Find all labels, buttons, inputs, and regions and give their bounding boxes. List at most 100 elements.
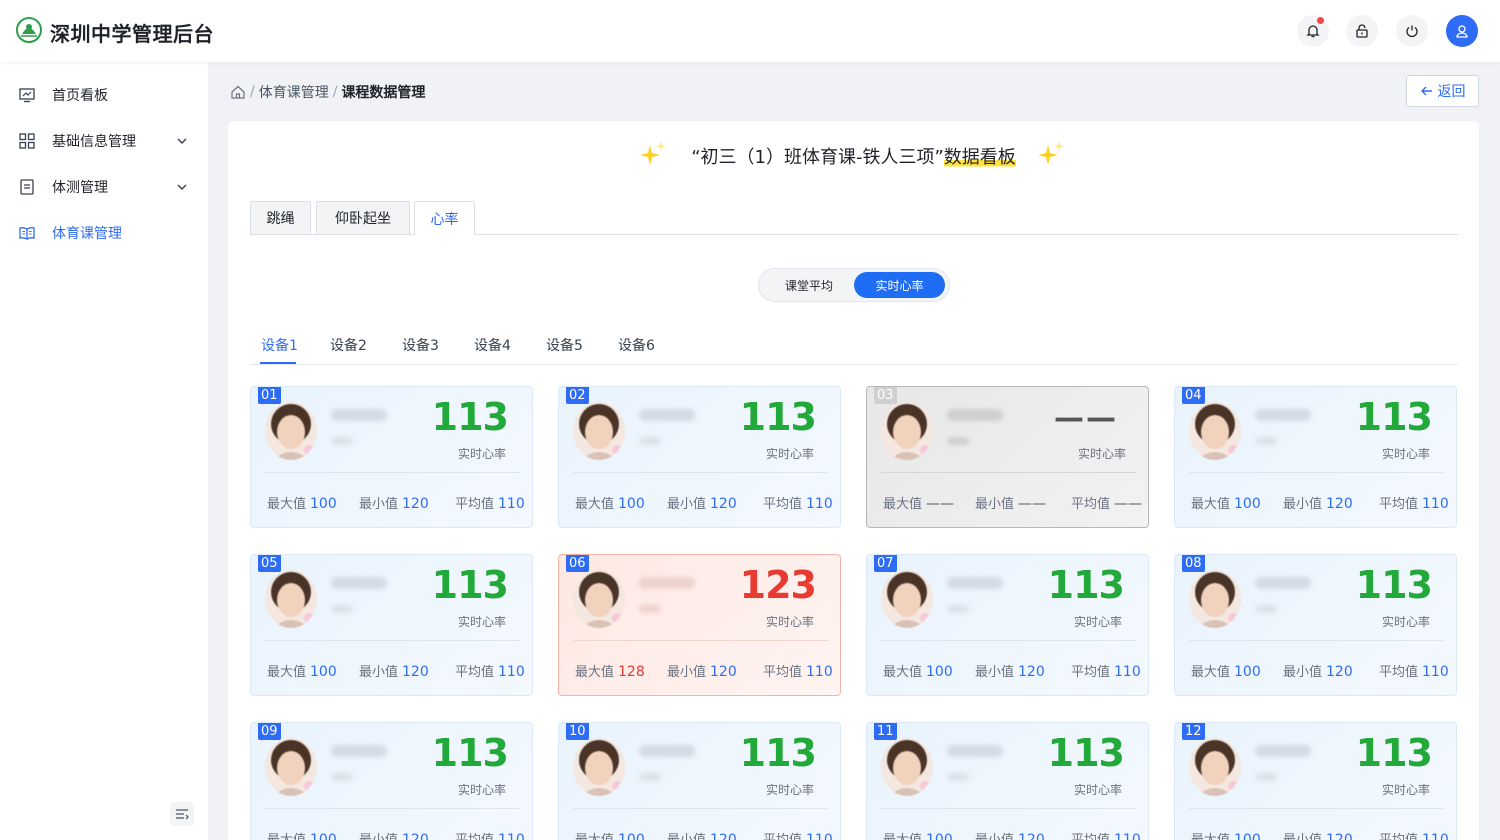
student-photo	[573, 738, 625, 796]
board-title: “初三（1）班体育课-铁人三项”数据看板	[228, 143, 1479, 169]
student-name-redacted	[947, 577, 1003, 589]
stat-avg: 平均值110	[1071, 829, 1141, 840]
stat-max-label: 最大值	[267, 665, 307, 680]
breadcrumb-item-current: 课程数据管理	[341, 85, 426, 101]
stat-max: 最大值100	[883, 829, 953, 840]
student-hr-card[interactable]: 10 113 实时心率最大值 100 最小值 120 平均值 110	[558, 722, 841, 840]
document-icon	[20, 179, 34, 195]
student-hr-card[interactable]: 12 113 实时心率最大值 100 最小值 120 平均值 110	[1174, 722, 1457, 840]
heart-rate-value: 113	[739, 731, 817, 775]
stat-max: 最大值 ——	[883, 493, 954, 512]
stat-min-value: 120	[1326, 832, 1353, 840]
heart-rate-label: 实时心率	[1073, 615, 1122, 629]
card-number: 05	[258, 555, 281, 572]
stat-avg-label: 平均值	[455, 833, 494, 840]
book-icon	[19, 227, 35, 240]
stat-max: 最大值100	[575, 493, 645, 512]
student-hr-card[interactable]: 08 113 实时心率 最大值 100 最小值 120 平均值 110	[1174, 554, 1457, 696]
stat-min-label: 最小值	[359, 497, 399, 512]
stat-max-value: 100	[1234, 832, 1261, 840]
student-hr-card[interactable]: 06 123 实时心率 最大值 128 最小值 120 平均值 110	[558, 554, 841, 696]
tab-jump-rope[interactable]: 跳绳	[250, 201, 311, 234]
app-title: 深圳中学管理后台	[50, 22, 214, 46]
stat-max-value: 100	[310, 664, 337, 680]
stat-min-value: 120	[710, 664, 737, 680]
student-hr-card[interactable]: 03 —— 实时心率 最大值 —— 最小值 —— 平均值 ——	[866, 386, 1149, 528]
card-divider	[881, 808, 1136, 809]
heart-rate-value: 113	[431, 731, 509, 775]
stat-min: 最小值120	[667, 829, 737, 840]
student-id-redacted	[947, 773, 969, 781]
student-photo	[881, 570, 933, 628]
student-name-redacted	[947, 409, 1003, 421]
tab-heart-rate[interactable]: 心率	[414, 201, 475, 235]
monitor-chart-icon	[19, 88, 35, 103]
card-number: 09	[258, 723, 281, 740]
breadcrumb: / 体育课管理 / 课程数据管理	[230, 82, 425, 102]
heart-rate-label: 实时心率	[457, 615, 506, 629]
card-divider	[265, 472, 520, 473]
segment-realtime-hr[interactable]: 实时心率	[854, 272, 945, 298]
logout-button[interactable]	[1396, 15, 1428, 47]
stat-min: 最小值120	[975, 661, 1045, 680]
heart-rate-value: 113	[431, 563, 509, 607]
card-number: 02	[566, 387, 589, 404]
tab-sit-ups[interactable]: 仰卧起坐	[316, 201, 410, 234]
student-hr-card[interactable]: 04 113 实时心率 最大值 100 最小值 120 平均值 110	[1174, 386, 1457, 528]
back-button[interactable]: 返回	[1406, 75, 1479, 107]
card-divider	[881, 640, 1136, 641]
sidebar-item-pe-class[interactable]: 体育课管理	[0, 213, 208, 253]
device-tab-4[interactable]: 设备4	[474, 335, 511, 355]
stat-max-value: ——	[926, 496, 955, 512]
student-hr-card[interactable]: 11 113 实时心率最大值 100 最小值 120 平均值 110	[866, 722, 1149, 840]
stat-avg: 平均值110	[763, 493, 833, 512]
stat-max-label: 最大值	[267, 497, 307, 512]
card-divider	[573, 808, 828, 809]
student-id-redacted	[639, 437, 661, 445]
board-title-highlight: 数据看板	[943, 147, 1016, 168]
stat-min: 最小值120	[1283, 661, 1353, 680]
segment-class-average[interactable]: 课堂平均	[763, 272, 855, 298]
student-hr-card[interactable]: 01 113 实时心率 最大值 100 最小值 120 平均值 110	[250, 386, 533, 528]
device-tab-6[interactable]: 设备6	[618, 335, 655, 355]
device-tab-2[interactable]: 设备2	[330, 335, 367, 355]
stat-min-label: 最小值	[1283, 497, 1323, 512]
device-tabs: 设备1 设备2 设备3 设备4 设备5 设备6	[250, 331, 1458, 365]
stat-min-label: 最小值	[667, 833, 706, 840]
student-hr-card[interactable]: 07 113 实时心率 最大值 100 最小值 120 平均值 110	[866, 554, 1149, 696]
breadcrumb-item-pe-class[interactable]: 体育课管理	[259, 82, 329, 102]
device-tab-1[interactable]: 设备1	[261, 335, 298, 355]
sidebar-item-label: 体育课管理	[52, 226, 122, 242]
student-hr-card[interactable]: 02 113 实时心率 最大值 100 最小值 120 平均值 110	[558, 386, 841, 528]
student-hr-card[interactable]: 05 113 实时心率 最大值 100 最小值 120 平均值 110	[250, 554, 533, 696]
stat-avg-value: 110	[806, 664, 833, 680]
device-tab-3[interactable]: 设备3	[402, 335, 439, 355]
student-hr-card[interactable]: 09 113 实时心率最大值 100 最小值 120 平均值 110	[250, 722, 533, 840]
stat-max-value: 100	[310, 496, 337, 512]
stat-max-value: 100	[618, 832, 645, 840]
lock-button[interactable]	[1346, 15, 1378, 47]
user-avatar-button[interactable]	[1446, 15, 1478, 47]
sidebar-item-basic-info[interactable]: 基础信息管理	[0, 121, 208, 161]
home-icon[interactable]	[230, 84, 246, 100]
stat-avg-value: 110	[806, 832, 833, 840]
stat-max-label: 最大值	[1191, 833, 1230, 840]
stat-min-value: 120	[402, 496, 429, 512]
sidebar-collapse-button[interactable]	[170, 802, 194, 826]
stat-max: 最大值100	[1191, 493, 1261, 512]
stat-min-value: 120	[710, 496, 737, 512]
student-name-redacted	[947, 745, 1003, 757]
stat-avg-value: 110	[1422, 496, 1449, 512]
stat-avg-value: 110	[498, 496, 525, 512]
stat-avg-label: 平均值	[1071, 665, 1111, 680]
stat-max: 最大值100	[267, 493, 337, 512]
view-mode-toggle: 课堂平均 实时心率	[758, 268, 950, 302]
heart-rate-label: 实时心率	[1077, 447, 1126, 461]
device-tab-5[interactable]: 设备5	[546, 335, 583, 355]
sidebar-item-fitness-test[interactable]: 体测管理	[0, 167, 208, 207]
data-board-panel: “初三（1）班体育课-铁人三项”数据看板 跳绳 仰卧起坐 心率 课堂平均 实时心…	[228, 121, 1479, 840]
stat-avg-value: 110	[1422, 664, 1449, 680]
notification-button[interactable]	[1297, 15, 1329, 47]
student-id-redacted	[331, 437, 353, 445]
sidebar-item-dashboard[interactable]: 首页看板	[0, 75, 208, 115]
